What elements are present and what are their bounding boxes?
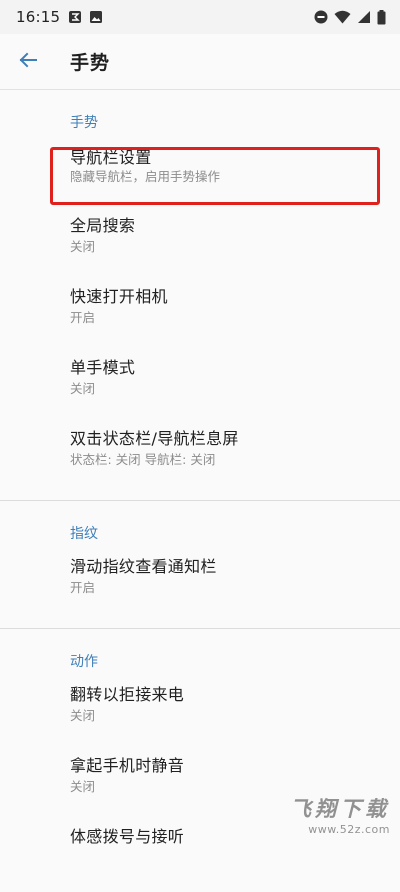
setting-summary: 开启 — [70, 580, 96, 595]
setting-summary: 隐藏导航栏，启用手势操作 — [70, 169, 221, 184]
page-title: 手势 — [70, 52, 111, 74]
status-time: 16:15 — [16, 8, 61, 26]
setting-quick-camera[interactable]: 快速打开相机 开启 — [0, 281, 400, 352]
section-header-gestures: 手势 — [70, 115, 98, 131]
setting-title: 拿起手机时静音 — [70, 756, 185, 775]
signal-icon — [357, 10, 371, 24]
setting-summary: 关闭 — [70, 381, 96, 396]
watermark-title: 飞翔下载 — [290, 797, 390, 821]
setting-summary — [70, 847, 400, 849]
setting-summary: 状态栏: 关闭 导航栏: 关闭 — [70, 452, 216, 467]
watermark-url: www.52z.com — [308, 823, 390, 836]
watermark: 飞翔下载 www.52z.com — [290, 793, 390, 836]
app-bar: 手势 — [0, 34, 400, 90]
setting-title: 全局搜索 — [70, 216, 136, 235]
app-notification-icon — [68, 10, 82, 24]
setting-summary: 开启 — [70, 310, 96, 325]
wifi-icon — [334, 10, 351, 24]
setting-summary: 关闭 — [70, 708, 96, 723]
battery-icon — [377, 9, 386, 25]
settings-list: 手势 导航栏设置 隐藏导航栏，启用手势操作 全局搜索 关闭 快速打开相机 开启 … — [0, 90, 400, 892]
status-bar: 16:15 — [0, 0, 400, 34]
setting-one-hand-mode[interactable]: 单手模式 关闭 — [0, 352, 400, 423]
setting-fingerprint-notification[interactable]: 滑动指纹查看通知栏 开启 — [0, 551, 400, 622]
section-header-fingerprint: 指纹 — [70, 526, 98, 542]
setting-title: 单手模式 — [70, 358, 136, 377]
do-not-disturb-icon — [314, 10, 328, 24]
status-icons — [314, 9, 386, 25]
image-icon — [89, 10, 103, 24]
arrow-left-icon — [18, 50, 38, 74]
setting-summary: 关闭 — [70, 239, 96, 254]
back-button[interactable] — [0, 34, 56, 90]
setting-global-search[interactable]: 全局搜索 关闭 — [0, 210, 400, 281]
setting-title: 导航栏设置 — [70, 148, 152, 167]
setting-title: 双击状态栏/导航栏息屏 — [70, 429, 239, 448]
setting-title: 翻转以拒接来电 — [70, 685, 185, 704]
setting-title: 快速打开相机 — [70, 287, 168, 306]
section-header-actions: 动作 — [70, 654, 98, 670]
setting-double-tap-screen-off[interactable]: 双击状态栏/导航栏息屏 状态栏: 关闭 导航栏: 关闭 — [0, 423, 400, 494]
setting-flip-reject-call[interactable]: 翻转以拒接来电 关闭 — [0, 679, 400, 750]
setting-navigation-bar[interactable]: 导航栏设置 隐藏导航栏，启用手势操作 — [0, 140, 400, 210]
setting-title: 滑动指纹查看通知栏 — [70, 557, 217, 576]
